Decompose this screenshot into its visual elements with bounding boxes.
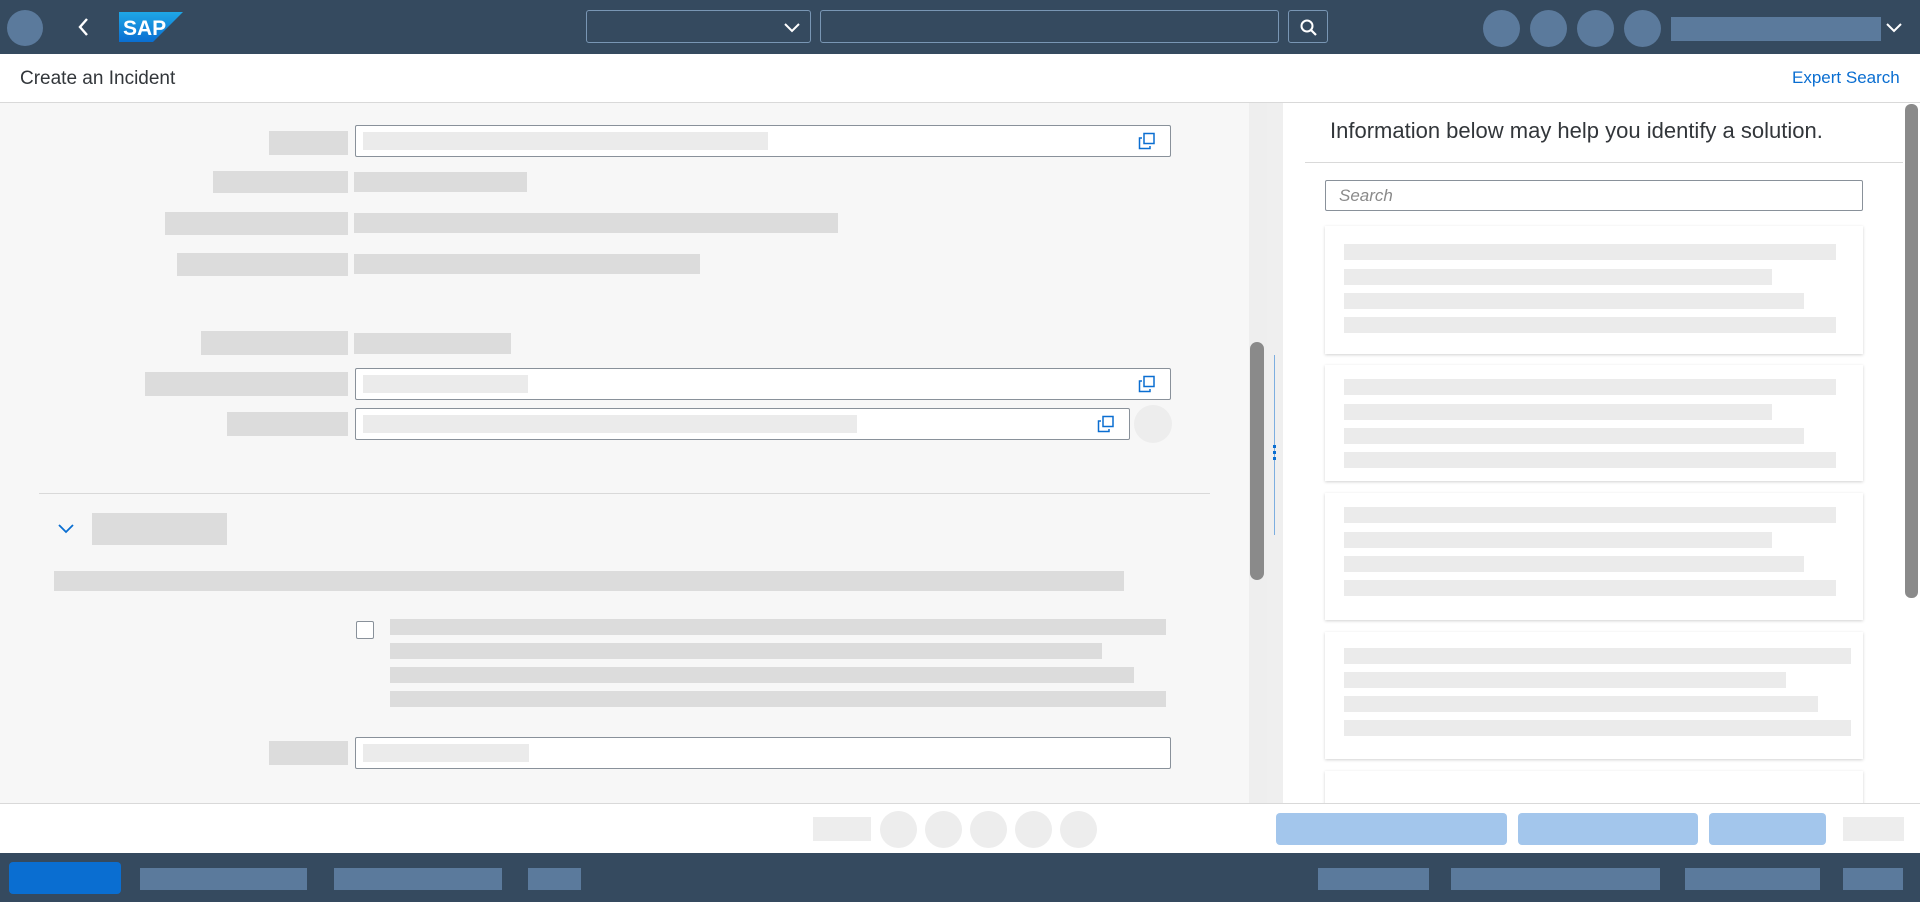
field-label — [269, 741, 348, 765]
agreement-checkbox[interactable] — [356, 621, 374, 639]
solution-card[interactable] — [1325, 493, 1863, 620]
form-scrollbar-thumb[interactable] — [1250, 342, 1264, 580]
section-divider — [39, 493, 1210, 494]
footer-action-button[interactable] — [925, 811, 962, 848]
field-value — [354, 213, 838, 233]
shell-action-button[interactable] — [1483, 10, 1520, 47]
field-value — [354, 172, 527, 192]
form-input[interactable] — [355, 125, 1171, 157]
svg-text:SAP: SAP — [123, 17, 166, 40]
search-placeholder: Search — [1339, 186, 1393, 205]
field-action-button[interactable] — [1134, 405, 1172, 443]
bottom-bar-item[interactable] — [1451, 868, 1660, 890]
bottom-bar-item[interactable] — [528, 868, 581, 890]
search-icon — [1300, 19, 1317, 36]
footer-button[interactable] — [1518, 813, 1698, 845]
footer-action-button[interactable] — [1015, 811, 1052, 848]
solution-card[interactable] — [1325, 365, 1863, 481]
bottom-bar-item[interactable] — [334, 868, 502, 890]
form-input[interactable] — [355, 737, 1171, 769]
back-button[interactable] — [72, 14, 96, 40]
footer-button[interactable] — [1709, 813, 1826, 845]
field-label — [177, 253, 348, 276]
search-scope-select[interactable] — [586, 10, 811, 43]
field-value — [354, 254, 700, 274]
checkbox-text — [390, 619, 1166, 635]
page-title: Create an Incident — [20, 68, 176, 89]
field-label — [213, 171, 348, 193]
chevron-down-icon — [784, 23, 800, 33]
footer-item[interactable] — [1843, 817, 1904, 841]
checkbox-text — [390, 691, 1166, 707]
avatar[interactable] — [7, 10, 43, 46]
expert-search-link[interactable]: Expert Search — [1792, 68, 1900, 88]
footer-action-button[interactable] — [880, 811, 917, 848]
solution-search-input[interactable] — [1325, 180, 1863, 211]
solution-panel-heading: Information below may help you identify … — [1330, 118, 1823, 143]
form-input[interactable] — [355, 408, 1130, 440]
bottom-bar-item[interactable] — [140, 868, 307, 890]
footer-action-button[interactable] — [970, 811, 1007, 848]
divider — [1305, 162, 1905, 163]
form-input[interactable] — [355, 368, 1171, 400]
solution-card[interactable] — [1325, 632, 1863, 759]
field-label — [269, 131, 348, 155]
section-title — [92, 513, 227, 545]
shell-search-button[interactable] — [1288, 10, 1328, 43]
footer-primary-button[interactable] — [1276, 813, 1507, 845]
shell-action-button[interactable] — [1530, 10, 1567, 47]
solution-card[interactable] — [1325, 226, 1863, 354]
checkbox-text — [390, 667, 1134, 683]
solution-scrollbar-thumb[interactable] — [1905, 104, 1918, 598]
grip-icon — [1273, 445, 1276, 463]
shell-action-button[interactable] — [1624, 10, 1661, 47]
field-value — [354, 333, 511, 354]
section-description — [54, 571, 1124, 591]
footer-action-button[interactable] — [1060, 811, 1097, 848]
field-label — [227, 412, 348, 436]
chevron-down-icon[interactable] — [1885, 21, 1903, 35]
user-menu[interactable] — [1671, 17, 1881, 41]
bottom-bar-item[interactable] — [1318, 868, 1429, 890]
bottom-bar-item[interactable] — [1685, 868, 1820, 890]
value-help-icon[interactable] — [1138, 375, 1156, 393]
shell-action-button[interactable] — [1577, 10, 1614, 47]
field-label — [165, 212, 348, 235]
bottom-primary-button[interactable] — [9, 862, 121, 894]
page-header — [0, 54, 1920, 103]
pane-splitter[interactable] — [1267, 103, 1283, 803]
checkbox-text — [390, 643, 1102, 659]
field-label — [145, 372, 348, 396]
value-help-icon[interactable] — [1097, 415, 1115, 433]
chevron-down-icon[interactable] — [57, 522, 75, 536]
chevron-left-icon — [78, 18, 88, 36]
sap-logo[interactable]: SAP — [119, 12, 183, 42]
field-label — [201, 331, 348, 355]
bottom-bar-item[interactable] — [1843, 868, 1903, 890]
footer-item — [813, 817, 871, 841]
value-help-icon[interactable] — [1138, 132, 1156, 150]
shell-search-input[interactable] — [820, 10, 1279, 43]
